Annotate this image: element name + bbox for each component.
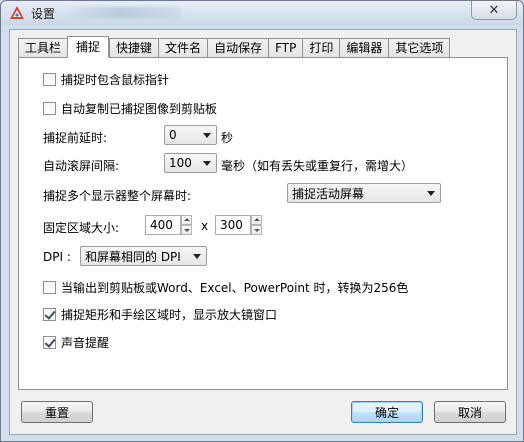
fixed-width-value: 400 xyxy=(150,218,173,232)
tab-autosave[interactable]: 自动保存 xyxy=(207,38,269,58)
tab-other-options[interactable]: 其它选项 xyxy=(388,38,451,58)
convert-256-checkbox[interactable] xyxy=(43,281,56,294)
dpi-value: 和屏幕相同的 DPI xyxy=(85,249,181,264)
dpi-select[interactable]: 和屏幕相同的 DPI xyxy=(80,246,207,266)
fixed-height-value: 300 xyxy=(220,218,243,232)
fixed-size-label: 固定区域大小: xyxy=(43,221,120,235)
close-button[interactable]: ✕ xyxy=(471,1,517,20)
capture-panel: 捕捉时包含鼠标指针 自动复制已捕捉图像到剪贴板 捕捉前延时: 0 秒 自动滚屏间… xyxy=(18,57,508,390)
sound-checkbox[interactable] xyxy=(43,336,56,349)
include-cursor-label: 捕捉时包含鼠标指针 xyxy=(61,73,170,87)
window-title: 设置 xyxy=(31,7,56,21)
dpi-label: DPI : xyxy=(43,250,71,264)
blurred-title-area xyxy=(61,7,181,18)
spin-up-icon[interactable] xyxy=(181,215,192,225)
tab-ftp[interactable]: FTP xyxy=(268,38,303,58)
dialog-body: 工具栏 捕捉 快捷键 文件名 自动保存 FTP 打印 编辑器 其它选项 捕捉时包… xyxy=(9,29,517,435)
close-icon: ✕ xyxy=(488,2,500,18)
tab-filename[interactable]: 文件名 xyxy=(158,38,208,58)
scroll-interval-value: 100 xyxy=(169,156,192,170)
multi-monitor-value: 捕捉活动屏幕 xyxy=(292,186,365,201)
scroll-interval-unit: 毫秒（如有丢失或重复行，需增大） xyxy=(221,159,414,173)
settings-window: 设置 ✕ 工具栏 捕捉 快捷键 文件名 自动保存 FTP 打印 编辑器 其它选项… xyxy=(0,0,524,442)
sound-option[interactable]: 声音提醒 xyxy=(43,334,109,351)
app-logo-icon xyxy=(10,6,24,19)
reset-button[interactable]: 重置 xyxy=(21,401,93,423)
multi-monitor-select[interactable]: 捕捉活动屏幕 xyxy=(287,183,441,203)
tab-editor[interactable]: 编辑器 xyxy=(339,38,389,58)
cancel-button[interactable]: 取消 xyxy=(434,401,506,423)
spin-down-icon[interactable] xyxy=(181,225,192,235)
auto-copy-label: 自动复制已捕捉图像到剪贴板 xyxy=(61,102,218,116)
spin-up-icon[interactable] xyxy=(251,215,262,225)
fixed-height-stepper[interactable] xyxy=(251,215,262,235)
sound-label: 声音提醒 xyxy=(61,336,110,350)
fixed-height-input[interactable]: 300 xyxy=(215,215,251,235)
convert-256-option[interactable]: 当输出到剪贴板或Word、Excel、PowerPoint 时，转换为256色 xyxy=(43,279,408,296)
tab-print[interactable]: 打印 xyxy=(302,38,340,58)
scroll-interval-label: 自动滚屏间隔: xyxy=(43,159,120,173)
magnifier-option[interactable]: 捕捉矩形和手绘区域时，显示放大镜窗口 xyxy=(43,306,277,323)
tab-hotkeys[interactable]: 快捷键 xyxy=(109,38,159,58)
include-cursor-checkbox[interactable] xyxy=(43,73,56,86)
size-separator: x xyxy=(201,219,209,233)
spin-down-icon[interactable] xyxy=(251,225,262,235)
magnifier-checkbox[interactable] xyxy=(43,308,56,321)
delay-value: 0 xyxy=(169,128,177,142)
magnifier-label: 捕捉矩形和手绘区域时，显示放大镜窗口 xyxy=(61,308,278,322)
delay-label: 捕捉前延时: xyxy=(43,131,108,145)
tab-toolbar[interactable]: 工具栏 xyxy=(18,38,68,58)
delay-unit: 秒 xyxy=(221,131,234,145)
fixed-width-stepper[interactable] xyxy=(181,215,192,235)
multi-monitor-label: 捕捉多个显示器整个屏幕时: xyxy=(43,189,192,203)
auto-copy-checkbox[interactable] xyxy=(43,102,56,115)
fixed-width-input[interactable]: 400 xyxy=(145,215,181,235)
chevron-down-icon xyxy=(203,161,211,166)
tab-strip: 工具栏 捕捉 快捷键 文件名 自动保存 FTP 打印 编辑器 其它选项 xyxy=(18,36,451,58)
ok-button[interactable]: 确定 xyxy=(351,401,423,423)
scroll-interval-select[interactable]: 100 xyxy=(164,153,217,173)
tab-capture[interactable]: 捕捉 xyxy=(67,36,110,58)
title-bar[interactable]: 设置 ✕ xyxy=(1,1,523,25)
chevron-down-icon xyxy=(203,133,211,138)
auto-copy-option[interactable]: 自动复制已捕捉图像到剪贴板 xyxy=(43,100,217,117)
chevron-down-icon xyxy=(193,254,201,259)
include-cursor-option[interactable]: 捕捉时包含鼠标指针 xyxy=(43,71,169,88)
convert-256-label: 当输出到剪贴板或Word、Excel、PowerPoint 时，转换为256色 xyxy=(61,281,409,295)
delay-select[interactable]: 0 xyxy=(164,125,217,145)
chevron-down-icon xyxy=(427,191,435,196)
